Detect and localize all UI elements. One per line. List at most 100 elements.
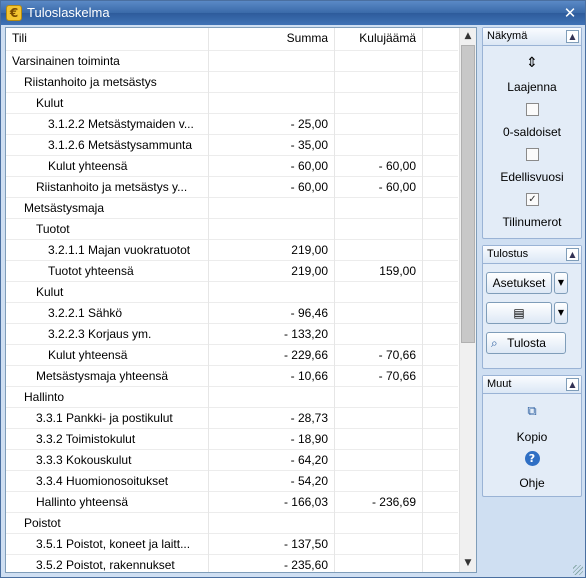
row-balance: - 70,66 (378, 369, 416, 383)
row-balance (334, 51, 422, 72)
vertical-scrollbar[interactable]: ▲ ▼ (459, 28, 476, 572)
row-sum: - 137,50 (283, 537, 328, 551)
prev-year-checkbox[interactable] (526, 148, 539, 161)
row-sum (208, 198, 334, 219)
collapse-icon[interactable]: ▲ (566, 248, 579, 261)
window-title: Tuloslaskelma (27, 5, 110, 20)
row-account-name: Varsinainen toiminta (12, 54, 120, 68)
table-row[interactable]: Hallinto (6, 387, 458, 408)
table-row[interactable]: 3.1.2.6 Metsästysammunta - 35,00 (6, 135, 458, 156)
row-balance (334, 408, 422, 429)
help-icon[interactable]: ? (483, 451, 581, 466)
copy-button[interactable]: Kopio (483, 430, 581, 444)
table-row[interactable]: 3.3.1 Pankki- ja postikulut - 28,73 (6, 408, 458, 429)
column-header-sum[interactable]: Summa (208, 28, 334, 49)
row-balance (334, 219, 422, 240)
account-numbers-label: Tilinumerot (502, 215, 562, 229)
row-sum: 219,00 (291, 264, 328, 278)
table-row[interactable]: 3.3.2 Toimistokulut - 18,90 (6, 429, 458, 450)
row-sum: - 35,00 (290, 138, 328, 152)
row-account-name: 3.3.3 Kokouskulut (36, 453, 132, 467)
row-balance: - 236,69 (371, 495, 416, 509)
copy-icon[interactable]: ⧉ (483, 404, 581, 419)
table-row[interactable]: Kulut yhteensä - 229,66 - 70,66 (6, 345, 458, 366)
settings-dropdown-icon[interactable]: ▼ (554, 272, 568, 294)
scrollbar-thumb[interactable] (461, 45, 475, 343)
table-row[interactable]: 3.3.4 Huomionosoitukset - 54,20 (6, 471, 458, 492)
row-balance: - 60,00 (378, 159, 416, 173)
table-row[interactable]: Kulut (6, 282, 458, 303)
settings-button[interactable]: Asetukset (486, 272, 552, 294)
row-sum (208, 513, 334, 534)
table-row[interactable]: 3.3.3 Kokouskulut - 64,20 (6, 450, 458, 471)
title-bar[interactable]: € Tuloslaskelma ✕ (1, 1, 585, 25)
table-row[interactable]: Kulut (6, 93, 458, 114)
close-button[interactable]: ✕ (561, 4, 579, 22)
table-row[interactable]: Hallinto yhteensä - 166,03 - 236,69 (6, 492, 458, 513)
resize-grip-icon[interactable] (573, 565, 583, 575)
row-sum: - 25,00 (290, 117, 328, 131)
row-account-name: Hallinto (24, 390, 65, 404)
row-sum: - 133,20 (283, 327, 328, 341)
row-sum: - 229,66 (283, 348, 328, 362)
column-divider (208, 28, 209, 572)
scroll-down-icon[interactable]: ▼ (460, 555, 476, 572)
document-dropdown-icon[interactable]: ▼ (554, 302, 568, 324)
row-sum: - 54,20 (290, 474, 328, 488)
row-sum (208, 219, 334, 240)
row-balance (334, 471, 422, 492)
row-balance (334, 135, 422, 156)
print-button-label: Tulosta (507, 336, 546, 350)
table-row[interactable]: 3.2.2.3 Korjaus ym. - 133,20 (6, 324, 458, 345)
table-row[interactable]: Metsästysmaja yhteensä - 10,66 - 70,66 (6, 366, 458, 387)
table-header: Tili Summa Kulujäämä (6, 28, 458, 49)
table-row[interactable]: Tuotot (6, 219, 458, 240)
table-row[interactable]: Varsinainen toiminta (6, 51, 458, 72)
row-sum (208, 72, 334, 93)
view-panel-title: Näkymä (487, 30, 528, 42)
scroll-up-icon[interactable]: ▲ (460, 28, 476, 45)
expand-arrows-icon[interactable]: ⇕ (483, 55, 581, 71)
expand-button[interactable]: Laajenna (483, 80, 581, 94)
table-row[interactable]: Tuotot yhteensä 219,00 159,00 (6, 261, 458, 282)
row-account-name: Tuotot yhteensä (48, 264, 134, 278)
print-panel-header: Tulostus ▲ (483, 246, 581, 264)
collapse-icon[interactable]: ▲ (566, 378, 579, 391)
row-balance: - 70,66 (378, 348, 416, 362)
table-row[interactable]: 3.2.2.1 Sähkö - 96,46 (6, 303, 458, 324)
table-row[interactable]: Poistot (6, 513, 458, 534)
row-sum: - 18,90 (290, 432, 328, 446)
table-row[interactable]: Riistanhoito ja metsästys (6, 72, 458, 93)
row-sum: - 60,00 (290, 180, 328, 194)
row-account-name: Poistot (24, 516, 61, 530)
row-account-name: Hallinto yhteensä (36, 495, 129, 509)
table-row[interactable]: 3.2.1.1 Majan vuokratuotot 219,00 (6, 240, 458, 261)
row-sum (208, 387, 334, 408)
column-header-balance[interactable]: Kulujäämä (334, 28, 422, 49)
row-account-name: Riistanhoito ja metsästys (24, 75, 157, 89)
table-row[interactable]: Metsästysmaja (6, 198, 458, 219)
account-numbers-checkbox[interactable]: ✓ (526, 193, 539, 206)
print-button[interactable]: ⌕ Tulosta (486, 332, 566, 354)
document-icon[interactable]: ▤ (486, 302, 552, 324)
report-table: Tili Summa Kulujäämä Varsinainen toimint… (5, 27, 477, 573)
table-row[interactable]: 3.1.2.2 Metsästymaiden v... - 25,00 (6, 114, 458, 135)
collapse-icon[interactable]: ▲ (566, 30, 579, 43)
row-balance (334, 198, 422, 219)
help-button[interactable]: Ohje (483, 476, 581, 490)
row-sum: - 235,60 (283, 558, 328, 572)
table-row[interactable]: 3.5.1 Poistot, koneet ja laitt... - 137,5… (6, 534, 458, 555)
row-balance (334, 282, 422, 303)
zero-balances-checkbox[interactable] (526, 103, 539, 116)
row-balance: 159,00 (379, 264, 416, 278)
table-row[interactable]: Kulut yhteensä - 60,00 - 60,00 (6, 156, 458, 177)
column-divider (422, 28, 423, 572)
prev-year-label: Edellisvuosi (500, 170, 564, 184)
table-row[interactable]: 3.5.2 Poistot, rakennukset - 235,60 (6, 555, 458, 572)
row-account-name: 3.2.2.1 Sähkö (48, 306, 123, 320)
row-account-name: 3.2.2.3 Korjaus ym. (48, 327, 152, 341)
row-account-name: Kulut yhteensä (48, 159, 128, 173)
table-row[interactable]: Riistanhoito ja metsästys y... - 60,00 - 6… (6, 177, 458, 198)
column-header-account[interactable]: Tili (6, 28, 208, 49)
row-account-name: Metsästysmaja (24, 201, 105, 215)
